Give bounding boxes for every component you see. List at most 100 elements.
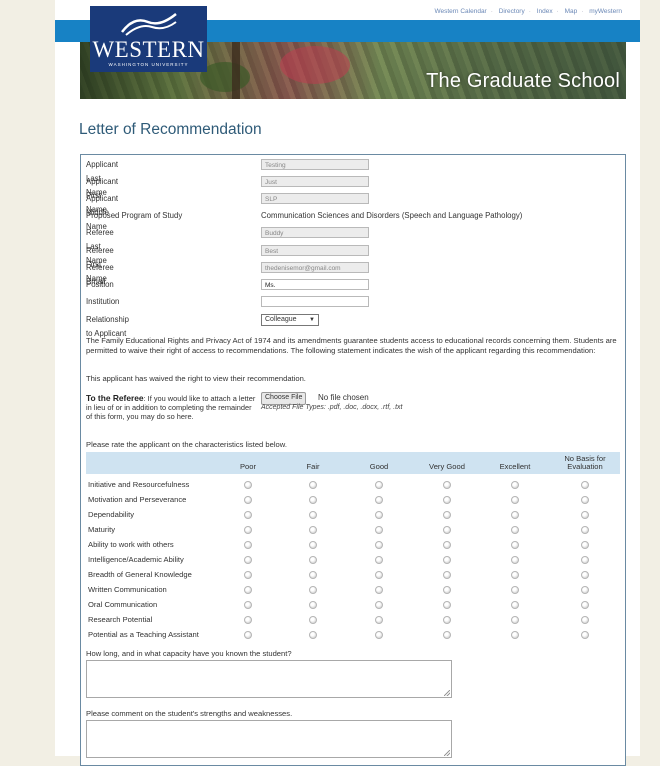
rating-radio-button[interactable]: [511, 526, 519, 534]
rating-radio-button[interactable]: [375, 541, 383, 549]
recommendation-form: Applicant Last Name Testing Applicant Fi…: [80, 154, 626, 766]
rating-radio-button[interactable]: [309, 481, 317, 489]
rating-radio-button[interactable]: [443, 541, 451, 549]
rating-radio-button[interactable]: [581, 481, 589, 489]
rating-radio-button[interactable]: [511, 541, 519, 549]
rating-radio-button[interactable]: [309, 601, 317, 609]
mountain-wave-icon: [121, 13, 177, 36]
rating-row-label: Ability to work with others: [88, 540, 174, 549]
nav-link-map[interactable]: Map: [565, 8, 578, 15]
banner-flowers: [280, 46, 350, 84]
nav-link-calendar[interactable]: Western Calendar: [434, 8, 486, 15]
rating-col-good: Good: [369, 462, 389, 471]
rating-radio-button[interactable]: [244, 541, 252, 549]
rating-radio-button[interactable]: [375, 631, 383, 639]
rating-radio-button[interactable]: [244, 616, 252, 624]
rating-radio-button[interactable]: [244, 601, 252, 609]
rating-radio-button[interactable]: [309, 586, 317, 594]
rating-radio-button[interactable]: [443, 481, 451, 489]
rating-radio-button[interactable]: [511, 511, 519, 519]
rating-radio-button[interactable]: [309, 556, 317, 564]
rating-radio-button[interactable]: [309, 616, 317, 624]
rating-row-label: Intelligence/Academic Ability: [88, 555, 184, 564]
rating-radio-button[interactable]: [443, 556, 451, 564]
rating-radio-button[interactable]: [581, 556, 589, 564]
nav-separator: ·: [528, 8, 531, 15]
rating-radio-button[interactable]: [244, 481, 252, 489]
nav-link-directory[interactable]: Directory: [499, 8, 525, 15]
rating-radio-button[interactable]: [511, 586, 519, 594]
rating-radio-button[interactable]: [581, 616, 589, 624]
rating-radio-button[interactable]: [244, 511, 252, 519]
rating-radio-button[interactable]: [511, 556, 519, 564]
rating-radio-button[interactable]: [375, 511, 383, 519]
nav-separator: ·: [490, 8, 493, 15]
rating-radio-button[interactable]: [375, 616, 383, 624]
field-row-program: Proposed Program of Study Communication …: [86, 209, 616, 223]
rating-radio-button[interactable]: [309, 496, 317, 504]
referee-first-name-field: Best: [261, 245, 369, 256]
rating-radio-button[interactable]: [511, 631, 519, 639]
rating-row: Initiative and Resourcefulness: [86, 477, 620, 492]
rating-radio-button[interactable]: [511, 601, 519, 609]
rating-radio-button[interactable]: [375, 556, 383, 564]
rating-radio-button[interactable]: [309, 526, 317, 534]
rating-radio-button[interactable]: [581, 631, 589, 639]
institution-input[interactable]: [261, 296, 369, 307]
known-duration-textarea[interactable]: [86, 660, 452, 698]
rating-radio-button[interactable]: [581, 601, 589, 609]
rating-radio-button[interactable]: [511, 571, 519, 579]
field-label: Position: [86, 280, 114, 289]
rating-row: Ability to work with others: [86, 537, 620, 552]
logo-wordmark: WESTERN: [92, 37, 205, 62]
rating-radio-button[interactable]: [443, 586, 451, 594]
rating-radio-button[interactable]: [443, 526, 451, 534]
rating-col-very-good: Very Good: [429, 462, 465, 471]
rating-radio-button[interactable]: [375, 496, 383, 504]
rating-radio-button[interactable]: [375, 526, 383, 534]
rating-radio-button[interactable]: [244, 556, 252, 564]
rating-radio-button[interactable]: [244, 496, 252, 504]
rating-radio-button[interactable]: [443, 631, 451, 639]
rating-radio-button[interactable]: [511, 481, 519, 489]
rating-radio-button[interactable]: [443, 571, 451, 579]
rating-radio-button[interactable]: [443, 601, 451, 609]
page-container: Western Calendar · Directory · Index · Map ·…: [55, 0, 640, 766]
rating-radio-button[interactable]: [375, 481, 383, 489]
strengths-weaknesses-textarea[interactable]: [86, 720, 452, 758]
rating-radio-button[interactable]: [244, 586, 252, 594]
nav-link-index[interactable]: Index: [537, 8, 553, 15]
rating-radio-button[interactable]: [244, 526, 252, 534]
rating-radio-button[interactable]: [309, 511, 317, 519]
rating-radio-button[interactable]: [581, 571, 589, 579]
rating-radio-button[interactable]: [511, 496, 519, 504]
rating-radio-button[interactable]: [309, 571, 317, 579]
rating-row-label: Research Potential: [88, 615, 153, 624]
rating-row-label: Dependability: [88, 510, 135, 519]
nav-link-mywestern[interactable]: myWestern: [589, 8, 622, 15]
relationship-select[interactable]: Colleague ▼: [261, 314, 319, 326]
rating-radio-button[interactable]: [244, 631, 252, 639]
field-label: Institution: [86, 297, 120, 306]
resize-grip-icon[interactable]: [444, 750, 450, 756]
rating-radio-button[interactable]: [581, 496, 589, 504]
rating-radio-button[interactable]: [443, 496, 451, 504]
rating-radio-button[interactable]: [309, 631, 317, 639]
rating-radio-button[interactable]: [244, 571, 252, 579]
referee-last-name-field: Buddy: [261, 227, 369, 238]
position-input[interactable]: Ms.: [261, 279, 369, 290]
rating-radio-button[interactable]: [581, 511, 589, 519]
rating-radio-button[interactable]: [581, 586, 589, 594]
university-logo[interactable]: WESTERN WASHINGTON UNIVERSITY: [90, 6, 207, 72]
rating-radio-button[interactable]: [309, 541, 317, 549]
rating-radio-button[interactable]: [443, 616, 451, 624]
rating-radio-button[interactable]: [375, 601, 383, 609]
rating-radio-button[interactable]: [443, 511, 451, 519]
rating-radio-button[interactable]: [511, 616, 519, 624]
rating-radio-button[interactable]: [375, 586, 383, 594]
rating-radio-button[interactable]: [581, 541, 589, 549]
rating-radio-button[interactable]: [375, 571, 383, 579]
resize-grip-icon[interactable]: [444, 690, 450, 696]
rating-row: Breadth of General Knowledge: [86, 567, 620, 582]
rating-radio-button[interactable]: [581, 526, 589, 534]
